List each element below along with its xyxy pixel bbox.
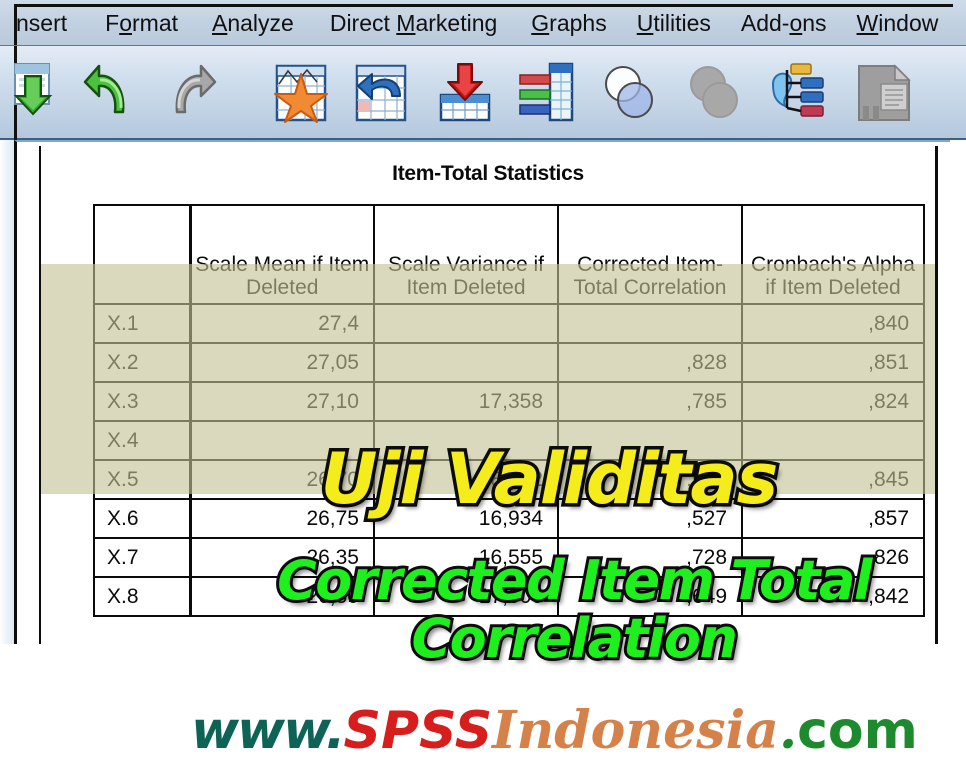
table-cell: ,845 bbox=[741, 459, 925, 500]
table-header: Scale Mean if Item Deleted Scale Varianc… bbox=[93, 204, 925, 305]
table-row: X.6 26,75 16,934,527,857 bbox=[93, 498, 925, 539]
goto-variable-grid-icon[interactable] bbox=[352, 62, 410, 124]
table-cell: ,785 bbox=[557, 381, 743, 422]
table-body: X.1 27,4,840 X.2 27,05,828,851 X.3 27,10 17,35… bbox=[93, 303, 925, 617]
table-cell: 27,05 bbox=[189, 342, 375, 383]
menu-item-add-ons[interactable]: Add-ons bbox=[741, 0, 827, 45]
row-label: X.8 bbox=[93, 576, 192, 617]
table-cell: ,851 bbox=[741, 342, 925, 383]
table-cell: ,828 bbox=[557, 342, 743, 383]
split-file-bars-grid-icon[interactable] bbox=[517, 62, 575, 124]
insert-cases-red-arrow-icon[interactable] bbox=[436, 62, 494, 124]
url-part-www: www. bbox=[191, 701, 346, 761]
venn-circles-outline-icon[interactable] bbox=[601, 62, 659, 124]
watermark-website-url: www.SPSSIndonesia.com bbox=[191, 700, 931, 761]
table-cell: 16,934 bbox=[373, 498, 559, 539]
table-cell bbox=[741, 420, 925, 461]
table-cell: ,527 bbox=[557, 498, 743, 539]
url-part-com: com bbox=[797, 701, 918, 761]
spss-viewer-window: nsert Format Analyze Direct Marketing Graphs… bbox=[0, 0, 966, 760]
table-cell: 27,4 bbox=[189, 303, 375, 344]
column-header-scale-variance: Scale Variance if Item Deleted bbox=[373, 204, 559, 305]
row-label: X.7 bbox=[93, 537, 192, 578]
undo-green-arrow-icon[interactable] bbox=[83, 62, 141, 124]
toolbar bbox=[0, 46, 966, 140]
table-cell: 26,35 bbox=[189, 537, 375, 578]
table-corner-cell bbox=[93, 204, 192, 305]
table-row: X.5 26,70 18,642,587,845 bbox=[93, 459, 925, 500]
table-cell: ,587 bbox=[557, 459, 743, 500]
menu-items-row: nsert Format Analyze Direct Marketing Graphs… bbox=[0, 0, 966, 45]
menu-item-analyze[interactable]: Analyze bbox=[212, 0, 294, 45]
redo-gray-arrow-icon[interactable] bbox=[163, 62, 221, 124]
item-total-statistics-table: Scale Mean if Item Deleted Scale Varianc… bbox=[93, 204, 925, 617]
venn-circles-filled-icon[interactable] bbox=[686, 62, 744, 124]
url-part-spss: SPSS bbox=[343, 701, 493, 761]
table-cell bbox=[373, 303, 559, 344]
row-label: X.4 bbox=[93, 420, 192, 461]
output-viewer-pane: Item-Total Statistics Scale Mean if Item… bbox=[14, 140, 950, 760]
save-green-down-arrow-icon[interactable] bbox=[11, 62, 69, 124]
use-sets-document-icon[interactable] bbox=[855, 62, 913, 124]
table-row: X.3 27,10 17,358,785,824 bbox=[93, 381, 925, 422]
goto-case-star-chart-icon[interactable] bbox=[272, 62, 330, 124]
table-row: X.7 26,35 16,555,728,826 bbox=[93, 537, 925, 578]
menu-item-nsert[interactable]: nsert bbox=[16, 0, 67, 45]
table-cell: 18,642 bbox=[373, 459, 559, 500]
menu-bar: nsert Format Analyze Direct Marketing Graphs… bbox=[0, 0, 966, 46]
table-title: Item-Total Statistics bbox=[392, 162, 584, 185]
column-header-scale-mean: Scale Mean if Item Deleted bbox=[189, 204, 375, 305]
table-row: X.2 27,05 ,828,851 bbox=[93, 342, 925, 383]
table-row: X.4 bbox=[93, 420, 925, 461]
table-cell: ,857 bbox=[741, 498, 925, 539]
table-cell: ,728 bbox=[557, 537, 743, 578]
row-label: X.1 bbox=[93, 303, 192, 344]
table-cell: 26,50 bbox=[189, 576, 375, 617]
table-cell: ,826 bbox=[741, 537, 925, 578]
table-cell: 17,358 bbox=[373, 381, 559, 422]
table-cell: 27,10 bbox=[189, 381, 375, 422]
table-cell bbox=[373, 420, 559, 461]
column-header-cronbach-alpha: Cronbach's Alpha if Item Deleted bbox=[741, 204, 925, 305]
url-part-dot: . bbox=[778, 700, 798, 761]
menu-item-window[interactable]: Window bbox=[857, 0, 939, 45]
toolbar-inner bbox=[11, 46, 966, 140]
table-cell bbox=[189, 420, 375, 461]
table-row: X.8 26,50 17,000,649,842 bbox=[93, 576, 925, 617]
column-header-corrected-correlation: Corrected Item-Total Correlation bbox=[557, 204, 743, 305]
menu-item-graphs[interactable]: Graphs bbox=[531, 0, 606, 45]
table-cell bbox=[557, 303, 743, 344]
row-label: X.3 bbox=[93, 381, 192, 422]
output-document[interactable]: Item-Total Statistics Scale Mean if Item… bbox=[39, 146, 938, 760]
row-label: X.2 bbox=[93, 342, 192, 383]
table-cell: 16,555 bbox=[373, 537, 559, 578]
table-header-row: Scale Mean if Item Deleted Scale Varianc… bbox=[93, 204, 925, 305]
table-cell: 26,70 bbox=[189, 459, 375, 500]
menu-item-direct-marketing[interactable]: Direct Marketing bbox=[330, 0, 497, 45]
table-cell: ,840 bbox=[741, 303, 925, 344]
table-cell bbox=[557, 420, 743, 461]
table-row: X.1 27,4 ,840 bbox=[93, 303, 925, 344]
row-label: X.6 bbox=[93, 498, 192, 539]
table-cell: 17,000 bbox=[373, 576, 559, 617]
value-labels-map-icon[interactable] bbox=[767, 62, 825, 124]
menu-item-utilities[interactable]: Utilities bbox=[637, 0, 711, 45]
table-cell: ,824 bbox=[741, 381, 925, 422]
table-cell: ,649 bbox=[557, 576, 743, 617]
url-part-indonesia: Indonesia bbox=[492, 700, 779, 761]
table-cell: ,842 bbox=[741, 576, 925, 617]
table-cell: 26,75 bbox=[189, 498, 375, 539]
menu-item-format[interactable]: Format bbox=[105, 0, 178, 45]
table-cell bbox=[373, 342, 559, 383]
row-label: X.5 bbox=[93, 459, 192, 500]
